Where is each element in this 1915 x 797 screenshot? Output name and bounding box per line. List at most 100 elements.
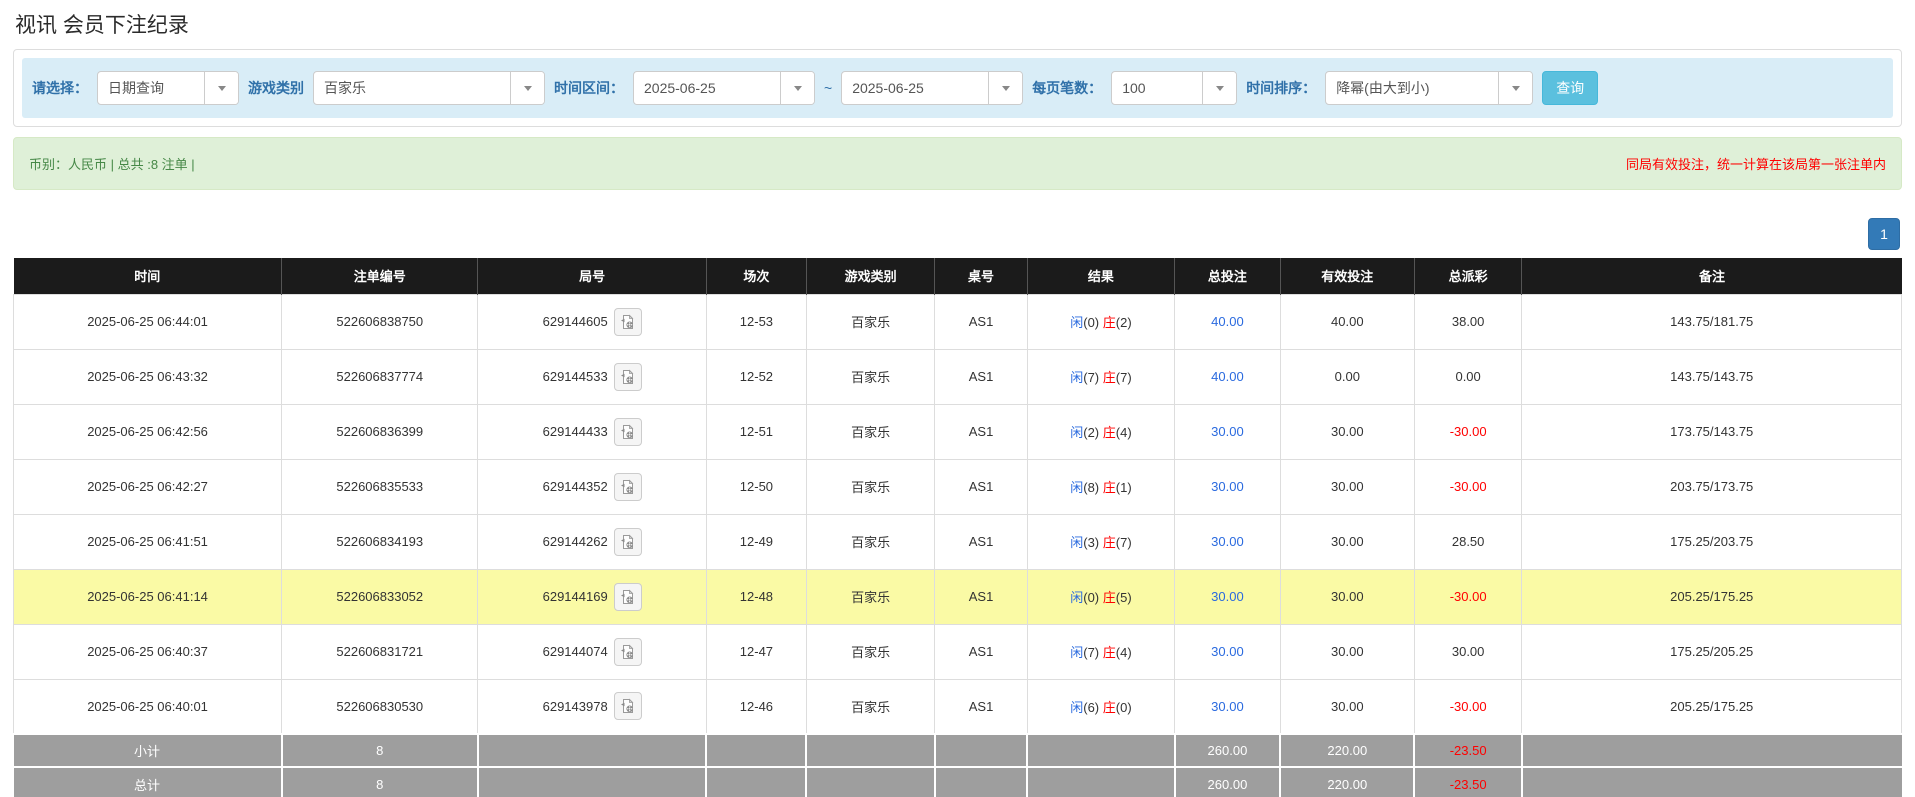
cell-total-bet[interactable]: 30.00: [1175, 459, 1281, 514]
chevron-down-icon: [218, 86, 226, 91]
video-replay-button[interactable]: [614, 638, 642, 666]
date-to-input[interactable]: [842, 72, 988, 104]
video-replay-button[interactable]: [614, 528, 642, 556]
footer-payout: -23.50: [1414, 734, 1522, 767]
column-header-9: 总派彩: [1414, 258, 1522, 294]
sort-order-combobox[interactable]: [1325, 71, 1533, 105]
film-record-icon: [620, 589, 636, 605]
round-number-group: 629144533: [543, 363, 642, 391]
footer-label: 总计: [14, 767, 282, 797]
select-mode-dropdown-button[interactable]: [204, 72, 238, 104]
round-number-group: 629144074: [543, 638, 642, 666]
cell-payout: -30.00: [1414, 404, 1522, 459]
cell-session: 12-47: [706, 624, 806, 679]
cell-game-type: 百家乐: [806, 349, 934, 404]
video-replay-button[interactable]: [614, 692, 642, 720]
footer-valid-bet: 220.00: [1280, 734, 1414, 767]
cell-valid-bet: 30.00: [1280, 459, 1414, 514]
game-type-input[interactable]: [314, 72, 510, 104]
film-record-icon: [620, 644, 636, 660]
game-type-dropdown-button[interactable]: [510, 72, 544, 104]
cell-total-bet[interactable]: 30.00: [1175, 569, 1281, 624]
time-range-label: 时间区间：: [554, 78, 624, 98]
cell-game-type: 百家乐: [806, 569, 934, 624]
total-bet-link[interactable]: 30.00: [1211, 534, 1244, 549]
footer-total-bet: 260.00: [1175, 767, 1281, 797]
column-header-1: 注单编号: [282, 258, 478, 294]
cell-total-bet[interactable]: 30.00: [1175, 679, 1281, 734]
date-from-combobox[interactable]: [633, 71, 815, 105]
cell-result: 闲(0) 庄(5): [1027, 569, 1174, 624]
cell-total-bet[interactable]: 40.00: [1175, 294, 1281, 349]
video-replay-button[interactable]: [614, 418, 642, 446]
cell-valid-bet: 40.00: [1280, 294, 1414, 349]
page-size-combobox[interactable]: [1111, 71, 1237, 105]
cell-time: 2025-06-25 06:44:01: [14, 294, 282, 349]
total-bet-link[interactable]: 40.00: [1211, 369, 1244, 384]
cell-total-bet[interactable]: 30.00: [1175, 624, 1281, 679]
cell-remark: 143.75/143.75: [1522, 349, 1902, 404]
game-type-combobox[interactable]: [313, 71, 545, 105]
sort-order-input[interactable]: [1326, 72, 1498, 104]
cell-round-number: 629144262: [478, 514, 706, 569]
summary-bar: 币别：人民币 | 总共 :8 注单 | 同局有效投注，统一计算在该局第一张注单内: [13, 137, 1902, 190]
select-mode-input[interactable]: [98, 72, 204, 104]
table-row: 2025-06-25 06:42:27522606835533629144352…: [14, 459, 1902, 514]
cell-time: 2025-06-25 06:40:37: [14, 624, 282, 679]
footer-empty-session: [706, 767, 806, 797]
date-from-input[interactable]: [634, 72, 780, 104]
chevron-down-icon: [1512, 86, 1520, 91]
cell-total-bet[interactable]: 40.00: [1175, 349, 1281, 404]
chevron-down-icon: [524, 86, 532, 91]
page-size-dropdown-button[interactable]: [1202, 72, 1236, 104]
result-banker-score: (7): [1116, 370, 1132, 385]
video-replay-button[interactable]: [614, 473, 642, 501]
chevron-down-icon: [1216, 86, 1224, 91]
cell-result: 闲(7) 庄(7): [1027, 349, 1174, 404]
round-number-text: 629144169: [543, 589, 608, 604]
footer-empty-round: [478, 734, 706, 767]
table-row: 2025-06-25 06:41:14522606833052629144169…: [14, 569, 1902, 624]
select-mode-combobox[interactable]: [97, 71, 239, 105]
date-to-dropdown-button[interactable]: [988, 72, 1022, 104]
sort-order-dropdown-button[interactable]: [1498, 72, 1532, 104]
cell-bet-number: 522606830530: [282, 679, 478, 734]
cell-bet-number: 522606836399: [282, 404, 478, 459]
result-banker-score: (5): [1116, 590, 1132, 605]
column-header-6: 结果: [1027, 258, 1174, 294]
video-replay-button[interactable]: [614, 363, 642, 391]
total-bet-link[interactable]: 30.00: [1211, 424, 1244, 439]
column-header-10: 备注: [1522, 258, 1902, 294]
film-record-icon: [620, 424, 636, 440]
video-replay-button[interactable]: [614, 308, 642, 336]
page-size-input[interactable]: [1112, 72, 1202, 104]
round-number-text: 629144533: [543, 369, 608, 384]
cell-total-bet[interactable]: 30.00: [1175, 404, 1281, 459]
cell-game-type: 百家乐: [806, 624, 934, 679]
total-bet-link[interactable]: 30.00: [1211, 644, 1244, 659]
total-bet-link[interactable]: 30.00: [1211, 479, 1244, 494]
total-bet-link[interactable]: 30.00: [1211, 589, 1244, 604]
cell-session: 12-53: [706, 294, 806, 349]
cell-total-bet[interactable]: 30.00: [1175, 514, 1281, 569]
date-from-dropdown-button[interactable]: [780, 72, 814, 104]
footer-empty-table: [935, 767, 1028, 797]
result-banker-label: 庄: [1103, 590, 1116, 605]
date-to-combobox[interactable]: [841, 71, 1023, 105]
query-button[interactable]: 查询: [1542, 71, 1598, 105]
round-number-group: 629144605: [543, 308, 642, 336]
cell-round-number: 629144352: [478, 459, 706, 514]
footer-empty-remark: [1522, 734, 1902, 767]
total-bet-link[interactable]: 30.00: [1211, 699, 1244, 714]
cell-payout: 38.00: [1414, 294, 1522, 349]
cell-table-number: AS1: [935, 294, 1028, 349]
cell-session: 12-52: [706, 349, 806, 404]
page-1-button[interactable]: 1: [1868, 218, 1900, 250]
cell-valid-bet: 30.00: [1280, 404, 1414, 459]
currency-total-text: 币别：人民币 | 总共 :8 注单 |: [29, 154, 195, 173]
cell-session: 12-48: [706, 569, 806, 624]
result-player-label: 闲: [1070, 370, 1083, 385]
column-header-2: 局号: [478, 258, 706, 294]
video-replay-button[interactable]: [614, 583, 642, 611]
total-bet-link[interactable]: 40.00: [1211, 314, 1244, 329]
